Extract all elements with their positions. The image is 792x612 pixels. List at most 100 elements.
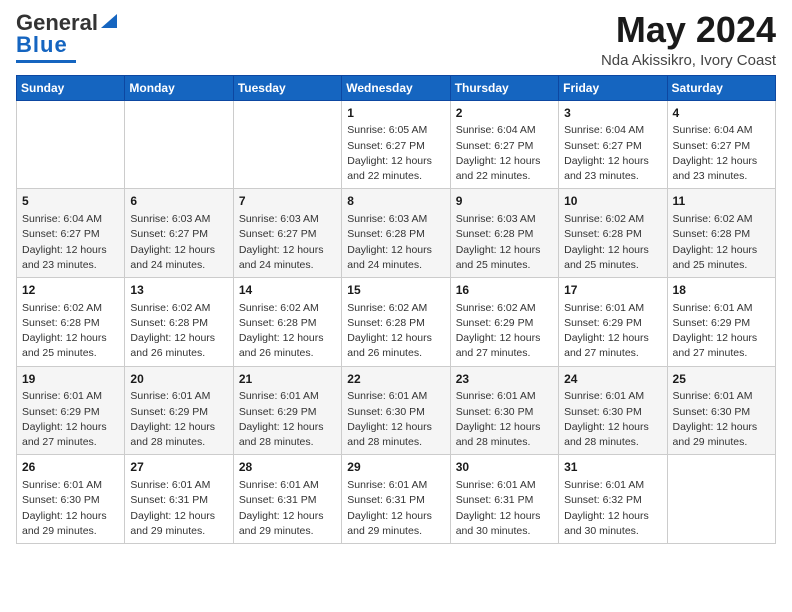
calendar-header-row: SundayMondayTuesdayWednesdayThursdayFrid…: [17, 75, 776, 100]
day-info: Sunrise: 6:01 AM Sunset: 6:29 PM Dayligh…: [22, 389, 119, 450]
calendar-cell: 17 Sunrise: 6:01 AM Sunset: 6:29 PM Dayli…: [559, 277, 667, 366]
day-info: Sunrise: 6:01 AM Sunset: 6:31 PM Dayligh…: [456, 478, 553, 539]
calendar-cell: 1Sunrise: 6:05 AM Sunset: 6:27 PM Daylig…: [342, 100, 450, 189]
day-number: 18: [673, 282, 770, 299]
day-number: 16: [456, 282, 553, 299]
day-number: 25: [673, 371, 770, 388]
day-number: 7: [239, 193, 336, 210]
day-number: 12: [22, 282, 119, 299]
calendar-cell: [233, 100, 341, 189]
weekday-header: Monday: [125, 75, 233, 100]
weekday-header: Wednesday: [342, 75, 450, 100]
calendar-cell: 2Sunrise: 6:04 AM Sunset: 6:27 PM Daylig…: [450, 100, 558, 189]
calendar-cell: 28 Sunrise: 6:01 AM Sunset: 6:31 PM Dayli…: [233, 455, 341, 544]
day-info: Sunrise: 6:01 AM Sunset: 6:30 PM Dayligh…: [673, 389, 770, 450]
day-number: 15: [347, 282, 444, 299]
calendar-cell: [17, 100, 125, 189]
day-number: 2: [456, 105, 553, 122]
weekday-header: Tuesday: [233, 75, 341, 100]
weekday-header: Saturday: [667, 75, 775, 100]
day-info: Sunrise: 6:05 AM Sunset: 6:27 PM Dayligh…: [347, 123, 444, 184]
day-number: 29: [347, 459, 444, 476]
day-info: Sunrise: 6:03 AM Sunset: 6:27 PM Dayligh…: [130, 212, 227, 273]
calendar-cell: 3Sunrise: 6:04 AM Sunset: 6:27 PM Daylig…: [559, 100, 667, 189]
page: General Blue May 2024 Nda Akissikro, Ivo…: [0, 0, 792, 612]
day-info: Sunrise: 6:03 AM Sunset: 6:27 PM Dayligh…: [239, 212, 336, 273]
page-subtitle: Nda Akissikro, Ivory Coast: [601, 52, 776, 69]
calendar-cell: 22Sunrise: 6:01 AM Sunset: 6:30 PM Dayli…: [342, 366, 450, 455]
day-info: Sunrise: 6:02 AM Sunset: 6:28 PM Dayligh…: [239, 301, 336, 362]
day-number: 8: [347, 193, 444, 210]
weekday-header: Friday: [559, 75, 667, 100]
day-number: 31: [564, 459, 661, 476]
day-info: Sunrise: 6:02 AM Sunset: 6:28 PM Dayligh…: [22, 301, 119, 362]
day-info: Sunrise: 6:02 AM Sunset: 6:28 PM Dayligh…: [130, 301, 227, 362]
day-number: 27: [130, 459, 227, 476]
day-info: Sunrise: 6:01 AM Sunset: 6:31 PM Dayligh…: [239, 478, 336, 539]
calendar-week-row: 26 Sunrise: 6:01 AM Sunset: 6:30 PM Dayli…: [17, 455, 776, 544]
calendar-cell: 7 Sunrise: 6:03 AM Sunset: 6:27 PM Daylig…: [233, 189, 341, 278]
header: General Blue May 2024 Nda Akissikro, Ivo…: [16, 10, 776, 69]
calendar-cell: 6Sunrise: 6:03 AM Sunset: 6:27 PM Daylig…: [125, 189, 233, 278]
day-info: Sunrise: 6:04 AM Sunset: 6:27 PM Dayligh…: [564, 123, 661, 184]
day-info: Sunrise: 6:01 AM Sunset: 6:29 PM Dayligh…: [673, 301, 770, 362]
calendar-cell: 26 Sunrise: 6:01 AM Sunset: 6:30 PM Dayli…: [17, 455, 125, 544]
calendar-week-row: 1Sunrise: 6:05 AM Sunset: 6:27 PM Daylig…: [17, 100, 776, 189]
calendar-cell: 19Sunrise: 6:01 AM Sunset: 6:29 PM Dayli…: [17, 366, 125, 455]
day-info: Sunrise: 6:01 AM Sunset: 6:29 PM Dayligh…: [130, 389, 227, 450]
logo-triangle-icon: [99, 10, 119, 32]
day-info: Sunrise: 6:01 AM Sunset: 6:30 PM Dayligh…: [456, 389, 553, 450]
page-title: May 2024: [601, 10, 776, 50]
day-info: Sunrise: 6:02 AM Sunset: 6:29 PM Dayligh…: [456, 301, 553, 362]
weekday-header: Sunday: [17, 75, 125, 100]
day-info: Sunrise: 6:01 AM Sunset: 6:29 PM Dayligh…: [239, 389, 336, 450]
logo: General Blue: [16, 10, 119, 63]
day-info: Sunrise: 6:02 AM Sunset: 6:28 PM Dayligh…: [347, 301, 444, 362]
calendar-cell: 16 Sunrise: 6:02 AM Sunset: 6:29 PM Dayli…: [450, 277, 558, 366]
day-info: Sunrise: 6:01 AM Sunset: 6:30 PM Dayligh…: [22, 478, 119, 539]
calendar-cell: 23Sunrise: 6:01 AM Sunset: 6:30 PM Dayli…: [450, 366, 558, 455]
day-info: Sunrise: 6:04 AM Sunset: 6:27 PM Dayligh…: [673, 123, 770, 184]
calendar-cell: 20Sunrise: 6:01 AM Sunset: 6:29 PM Dayli…: [125, 366, 233, 455]
day-number: 17: [564, 282, 661, 299]
calendar-week-row: 5Sunrise: 6:04 AM Sunset: 6:27 PM Daylig…: [17, 189, 776, 278]
calendar-cell: 14Sunrise: 6:02 AM Sunset: 6:28 PM Dayli…: [233, 277, 341, 366]
calendar-cell: 4Sunrise: 6:04 AM Sunset: 6:27 PM Daylig…: [667, 100, 775, 189]
day-number: 11: [673, 193, 770, 210]
day-info: Sunrise: 6:04 AM Sunset: 6:27 PM Dayligh…: [456, 123, 553, 184]
calendar-cell: 8Sunrise: 6:03 AM Sunset: 6:28 PM Daylig…: [342, 189, 450, 278]
day-number: 9: [456, 193, 553, 210]
calendar-cell: [125, 100, 233, 189]
day-info: Sunrise: 6:01 AM Sunset: 6:31 PM Dayligh…: [130, 478, 227, 539]
day-number: 19: [22, 371, 119, 388]
day-info: Sunrise: 6:01 AM Sunset: 6:32 PM Dayligh…: [564, 478, 661, 539]
calendar-cell: 30Sunrise: 6:01 AM Sunset: 6:31 PM Dayli…: [450, 455, 558, 544]
day-number: 23: [456, 371, 553, 388]
calendar-cell: 21Sunrise: 6:01 AM Sunset: 6:29 PM Dayli…: [233, 366, 341, 455]
day-number: 20: [130, 371, 227, 388]
weekday-header: Thursday: [450, 75, 558, 100]
calendar-cell: 11 Sunrise: 6:02 AM Sunset: 6:28 PM Dayli…: [667, 189, 775, 278]
day-info: Sunrise: 6:02 AM Sunset: 6:28 PM Dayligh…: [673, 212, 770, 273]
day-info: Sunrise: 6:02 AM Sunset: 6:28 PM Dayligh…: [564, 212, 661, 273]
calendar-cell: 18 Sunrise: 6:01 AM Sunset: 6:29 PM Dayli…: [667, 277, 775, 366]
day-number: 4: [673, 105, 770, 122]
calendar-week-row: 12 Sunrise: 6:02 AM Sunset: 6:28 PM Dayli…: [17, 277, 776, 366]
day-number: 10: [564, 193, 661, 210]
calendar-cell: [667, 455, 775, 544]
calendar-cell: 25Sunrise: 6:01 AM Sunset: 6:30 PM Dayli…: [667, 366, 775, 455]
day-number: 1: [347, 105, 444, 122]
calendar-cell: 13 Sunrise: 6:02 AM Sunset: 6:28 PM Dayli…: [125, 277, 233, 366]
calendar-cell: 31 Sunrise: 6:01 AM Sunset: 6:32 PM Dayli…: [559, 455, 667, 544]
day-number: 26: [22, 459, 119, 476]
calendar-cell: 9Sunrise: 6:03 AM Sunset: 6:28 PM Daylig…: [450, 189, 558, 278]
logo-blue: Blue: [16, 32, 68, 58]
day-number: 28: [239, 459, 336, 476]
day-number: 13: [130, 282, 227, 299]
calendar-cell: 27 Sunrise: 6:01 AM Sunset: 6:31 PM Dayli…: [125, 455, 233, 544]
day-info: Sunrise: 6:01 AM Sunset: 6:29 PM Dayligh…: [564, 301, 661, 362]
day-number: 3: [564, 105, 661, 122]
calendar-cell: 29Sunrise: 6:01 AM Sunset: 6:31 PM Dayli…: [342, 455, 450, 544]
day-number: 24: [564, 371, 661, 388]
calendar-cell: 12 Sunrise: 6:02 AM Sunset: 6:28 PM Dayli…: [17, 277, 125, 366]
